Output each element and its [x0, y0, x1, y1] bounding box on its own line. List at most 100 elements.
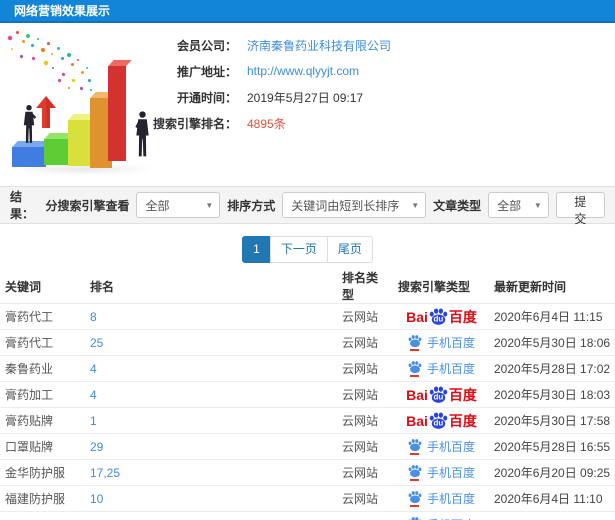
baidu-paw-icon — [408, 334, 422, 351]
mobile-baidu-logo: 手机百度 — [408, 334, 475, 351]
confetti-dot — [19, 54, 24, 59]
baidu-logo-bai: Bai — [406, 386, 428, 403]
confetti-dot — [79, 86, 84, 91]
engine-type-cell: 手机百度 — [393, 329, 489, 356]
confetti-dot — [43, 60, 49, 66]
confetti-dot — [31, 44, 34, 47]
baidu-paw-icon — [408, 516, 422, 520]
updated-time-cell: 2020年5月30日 18:06 — [489, 329, 615, 356]
confetti-dot — [90, 89, 92, 91]
info-label: 推广地址： — [176, 64, 237, 79]
rank-cell[interactable]: 4 — [85, 355, 337, 382]
confetti-dot — [7, 35, 13, 41]
chevron-down-icon: ▼ — [533, 200, 542, 210]
info-value[interactable]: http://www.qlyyjt.com — [247, 64, 359, 78]
col-header-updated: 最新更新时间 — [494, 279, 567, 294]
updated-time-cell — [489, 511, 615, 520]
confetti-dot — [31, 56, 36, 61]
rank-cell[interactable]: 8 — [85, 303, 337, 330]
col-header-engine-type: 搜索引擎类型 — [398, 279, 471, 294]
rank-cell[interactable]: 10 — [85, 485, 337, 512]
baidu-paw-icon: du — [429, 411, 448, 430]
article-type-select[interactable]: 全部 ▼ — [488, 192, 549, 218]
rank-cell[interactable] — [85, 511, 337, 520]
keyword-cell: 膏药代工 — [0, 329, 85, 356]
engine-type-cell: 手机百度 — [393, 355, 489, 382]
mobile-baidu-logo: 手机百度 — [408, 490, 475, 507]
table-row: 手机百度 — [0, 511, 615, 520]
updated-time-cell: 2020年5月30日 17:58 — [489, 407, 615, 434]
table-row: 膏药加工 4 云网站 Bai du 百度 2020年5月30日 18:03 — [0, 381, 615, 408]
updated-time-cell: 2020年6月4日 11:15 — [489, 303, 615, 330]
sort-value: 关键词由短到长排序 — [291, 198, 400, 213]
info-field: 推广地址： http://www.qlyyjt.com — [145, 58, 391, 84]
baidu-logo: Bai du 百度 — [406, 307, 477, 327]
mobile-baidu-logo: 手机百度 — [408, 360, 475, 377]
rank-cell[interactable]: 29 — [85, 433, 337, 460]
rank-cell[interactable]: 1 — [85, 407, 337, 434]
rank-cell[interactable]: 4 — [85, 381, 337, 408]
confetti-dot — [57, 47, 60, 50]
rank-type-cell: 云网站 — [337, 485, 393, 512]
keyword-cell: 膏药代工 — [0, 303, 85, 330]
pagination-last[interactable]: 尾页 — [326, 236, 373, 263]
chevron-down-icon: ▼ — [205, 200, 214, 210]
rank-type-cell — [337, 511, 393, 520]
table-row: 膏药贴牌 1 云网站 Bai du 百度 2020年5月30日 17:58 — [0, 407, 615, 434]
info-label: 开通时间： — [176, 90, 237, 105]
mobile-baidu-logo: 手机百度 — [408, 464, 475, 481]
engine-filter-value: 全部 — [145, 198, 170, 213]
page: 网络营销效果展示 会员公司：济南秦鲁药业科技有限公司 推广地址： http://… — [0, 0, 615, 520]
bar-red — [108, 66, 126, 161]
keyword-cell — [0, 511, 85, 520]
info-value[interactable]: 济南秦鲁药业科技有限公司 — [247, 37, 391, 54]
rank-type-cell: 云网站 — [337, 459, 393, 486]
confetti-dot — [71, 78, 76, 83]
engine-filter-select[interactable]: 全部 ▼ — [136, 192, 221, 218]
bar-blue — [12, 147, 46, 167]
rank-type-cell: 云网站 — [337, 407, 393, 434]
rank-type-cell: 云网站 — [337, 381, 393, 408]
updated-time-cell: 2020年5月28日 17:02 — [489, 355, 615, 382]
baidu-logo: Bai du 百度 — [406, 411, 477, 431]
baidu-paw-icon — [408, 464, 422, 481]
col-header-rank-type: 排名类型 — [342, 271, 379, 302]
baidu-logo: Bai du 百度 — [406, 385, 477, 405]
rank-cell[interactable]: 25 — [85, 329, 337, 356]
col-header-rank: 排名 — [90, 279, 115, 294]
keyword-cell: 福建防护服 — [0, 485, 85, 512]
summary-section: 会员公司： 济南秦鲁药业科技有限公司 推广地址： http://www.qlyyjt.… — [0, 23, 615, 186]
info-label: 会员公司： — [176, 38, 237, 53]
pagination-page-1[interactable]: 1 — [242, 236, 271, 263]
keyword-cell: 秦鲁药业 — [0, 355, 85, 382]
baidu-paw-icon — [408, 438, 422, 455]
baidu-paw-icon — [408, 490, 422, 507]
confetti-dot — [16, 31, 19, 34]
rank-type-cell: 云网站 — [337, 433, 393, 460]
confetti-dot — [86, 67, 88, 69]
keyword-ranking-table: 关键词 排名 排名类型 搜索引擎类型 最新更新时间 膏药代工 8 云网站 Bai du 百… — [0, 269, 615, 520]
mobile-baidu-label: 手机百度 — [426, 336, 475, 350]
confetti-dot — [57, 78, 62, 83]
bar-yellow — [68, 120, 92, 166]
pagination-next[interactable]: 下一页 — [269, 236, 328, 263]
engine-type-cell: Bai du 百度 — [393, 381, 489, 408]
baidu-paw-icon — [408, 360, 422, 377]
confetti-dot — [47, 42, 50, 45]
rank-cell[interactable]: 17,25 — [85, 459, 337, 486]
baidu-logo-cn: 百度 — [448, 386, 477, 403]
confetti-dot — [26, 34, 30, 38]
engine-type-cell: Bai du 百度 — [393, 407, 489, 434]
engine-filter-label: 分搜索引擎查看 — [45, 198, 130, 213]
engine-type-cell: 手机百度 — [393, 433, 489, 460]
confetti-dot — [10, 47, 14, 51]
confetti-dot — [41, 48, 45, 52]
sort-select[interactable]: 关键词由短到长排序 ▼ — [282, 192, 427, 218]
rank-type-cell: 云网站 — [337, 355, 393, 382]
table-row: 膏药代工 25 云网站 手机百度 2020年5月30日 18:06 — [0, 329, 615, 356]
bar-green — [44, 139, 68, 165]
submit-button[interactable]: 提交 — [555, 192, 605, 226]
baidu-logo-cn: 百度 — [448, 308, 477, 325]
confetti-dot — [61, 72, 66, 77]
businessman-left-icon — [23, 104, 37, 143]
